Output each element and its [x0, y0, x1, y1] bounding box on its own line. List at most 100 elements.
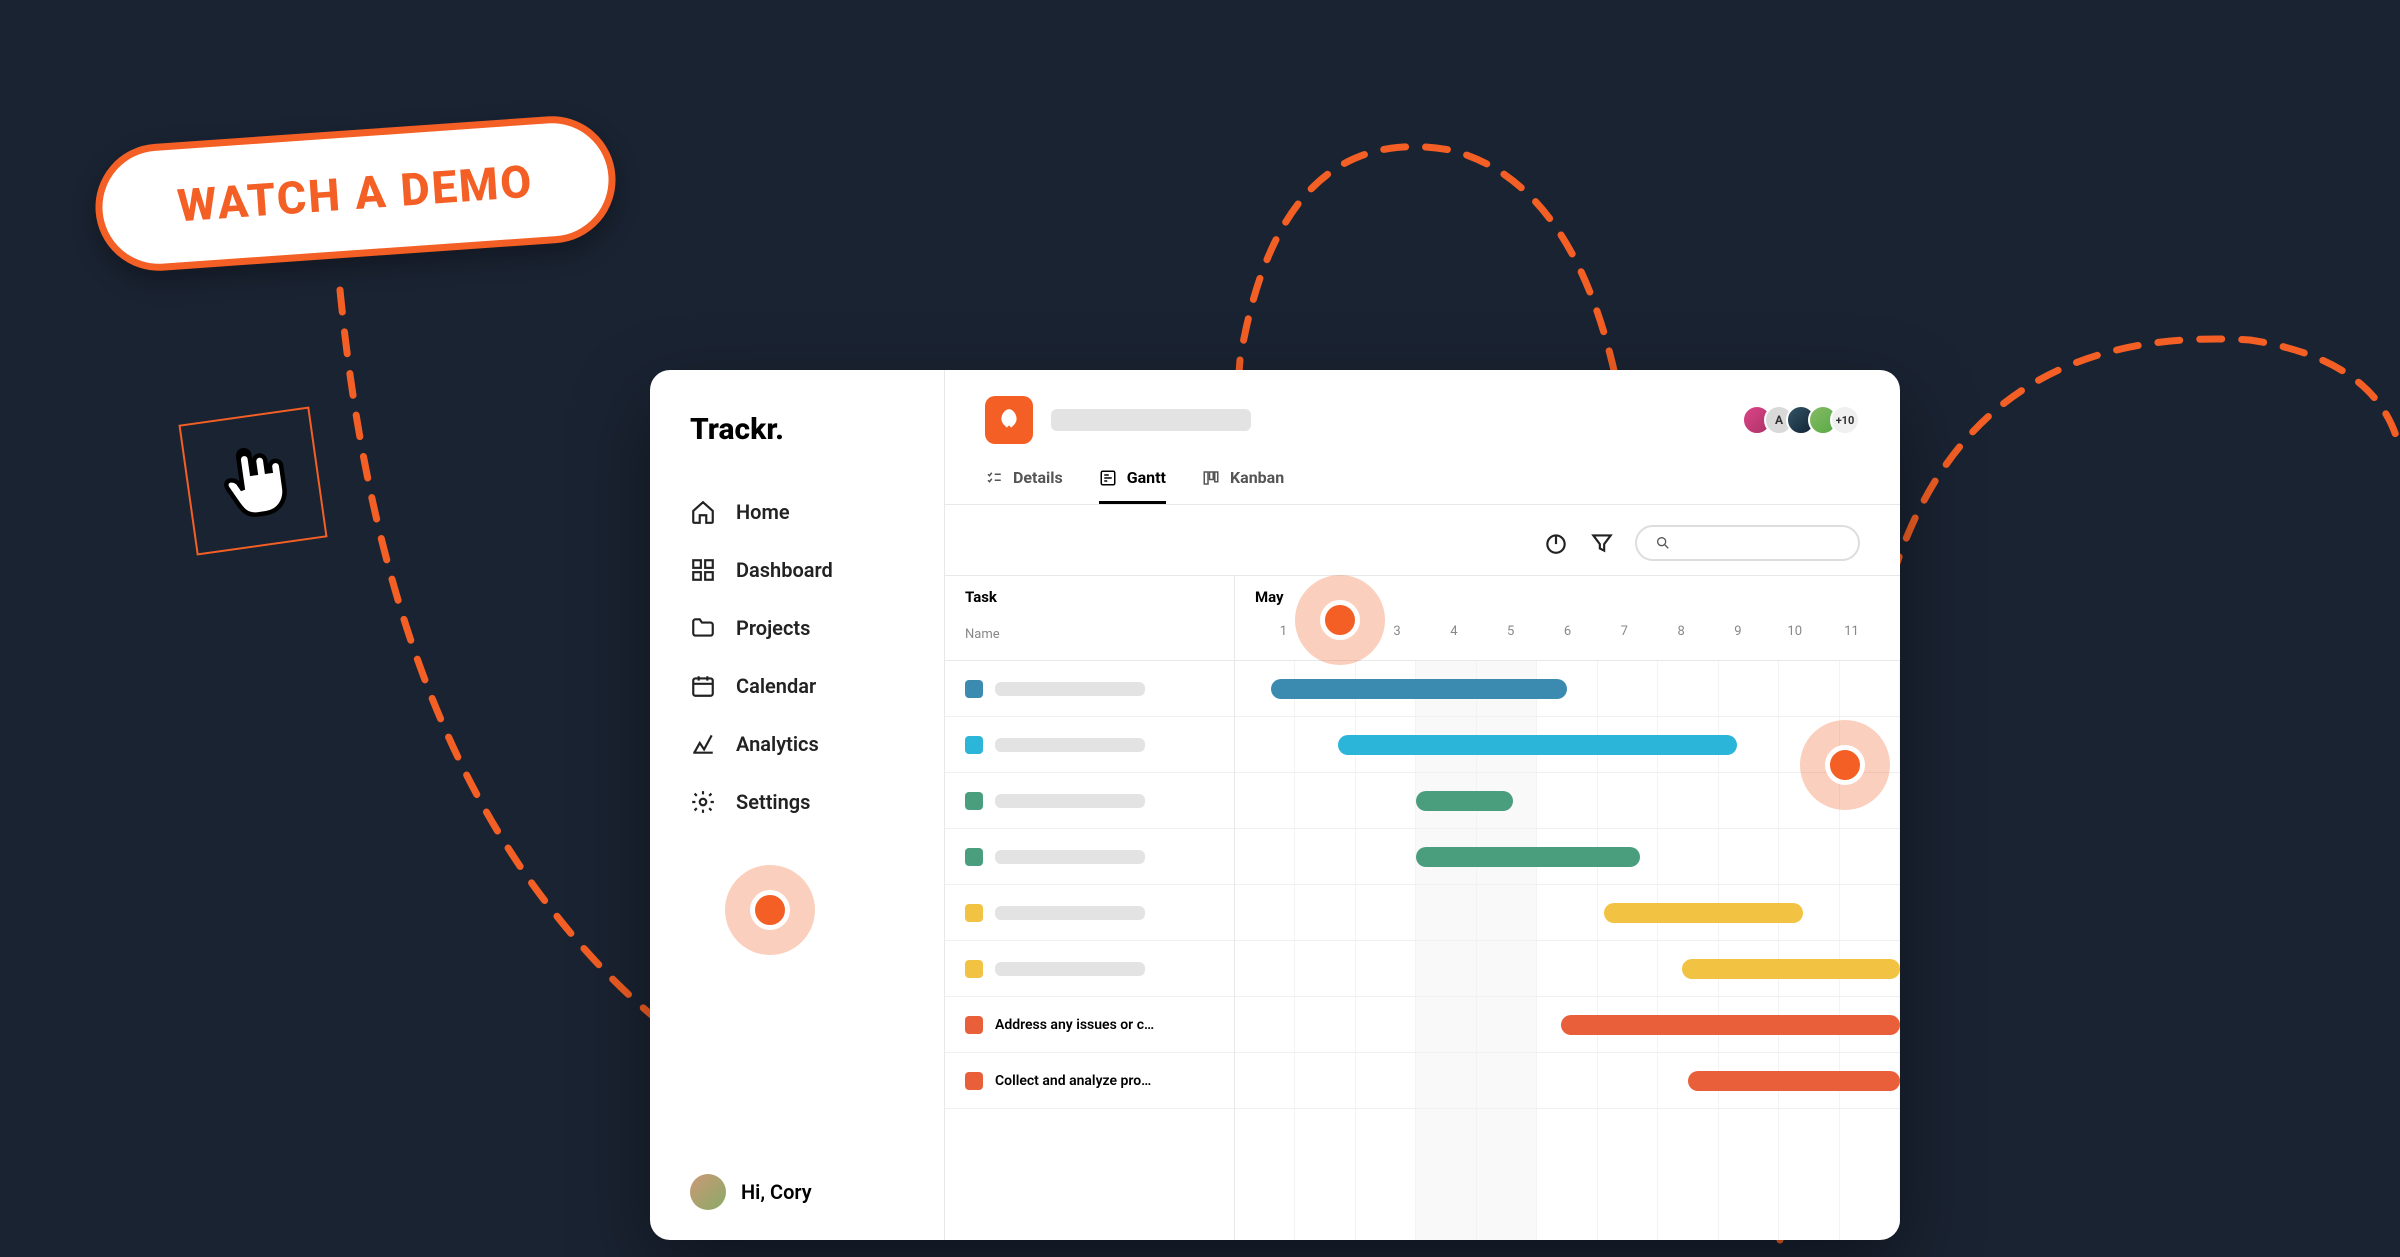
task-label-placeholder — [995, 906, 1145, 920]
task-color-dot — [965, 736, 983, 754]
grid-icon — [690, 557, 716, 583]
gantt-toolbar — [945, 505, 1900, 575]
tab-gantt[interactable]: Gantt — [1099, 468, 1166, 504]
sidebar: Trackr. Home Dashboard Projects Calendar… — [650, 370, 945, 1240]
gantt-bar[interactable] — [1604, 903, 1804, 923]
gantt-bar[interactable] — [1682, 959, 1900, 979]
project-header: A +10 — [945, 370, 1900, 450]
task-color-dot — [965, 792, 983, 810]
task-label: Collect and analyze pro… — [995, 1073, 1151, 1089]
kanban-icon — [1202, 469, 1220, 487]
task-label-placeholder — [995, 962, 1145, 976]
path-highlight-dot — [725, 865, 815, 955]
sidebar-item-label: Calendar — [736, 674, 816, 698]
task-column-header: Task Name — [945, 576, 1234, 661]
sidebar-item-label: Projects — [736, 616, 810, 640]
task-row[interactable] — [945, 717, 1234, 773]
sidebar-item-dashboard[interactable]: Dashboard — [650, 541, 944, 599]
user-profile[interactable]: Hi, Cory — [650, 1174, 944, 1210]
timeline-day: 11 — [1823, 624, 1880, 639]
timeline-row — [1235, 661, 1900, 717]
task-label-placeholder — [995, 850, 1145, 864]
timeline-day: 10 — [1766, 624, 1823, 639]
search-icon — [1655, 535, 1671, 551]
timeline-day: 8 — [1653, 624, 1710, 639]
task-color-dot — [965, 848, 983, 866]
task-label-placeholder — [995, 794, 1145, 808]
tab-kanban[interactable]: Kanban — [1202, 468, 1284, 504]
gantt-bar[interactable] — [1416, 791, 1513, 811]
search-input[interactable] — [1635, 525, 1860, 561]
sidebar-item-projects[interactable]: Projects — [650, 599, 944, 657]
task-row[interactable] — [945, 885, 1234, 941]
user-greeting: Hi, Cory — [741, 1180, 812, 1204]
gantt-icon — [1099, 469, 1117, 487]
task-row[interactable]: Address any issues or c… — [945, 997, 1234, 1053]
task-row[interactable] — [945, 773, 1234, 829]
timeline-row — [1235, 941, 1900, 997]
gantt-bar[interactable] — [1688, 1071, 1900, 1091]
chart-icon — [690, 731, 716, 757]
timeline-row — [1235, 997, 1900, 1053]
task-color-dot — [965, 680, 983, 698]
home-icon — [690, 499, 716, 525]
path-highlight-dot — [1800, 720, 1890, 810]
tab-label: Kanban — [1230, 468, 1284, 487]
member-avatars[interactable]: A +10 — [1750, 405, 1860, 435]
timeline-row — [1235, 829, 1900, 885]
gantt-bar[interactable] — [1271, 679, 1567, 699]
member-overflow-count: +10 — [1830, 405, 1860, 435]
timeline-row — [1235, 1053, 1900, 1109]
gantt-bar[interactable] — [1338, 735, 1737, 755]
user-avatar — [690, 1174, 726, 1210]
task-label-placeholder — [995, 682, 1145, 696]
watch-demo-button[interactable]: WATCH A DEMO — [91, 112, 619, 275]
timeline-day: 7 — [1596, 624, 1653, 639]
folder-icon — [690, 615, 716, 641]
path-highlight-dot — [1295, 575, 1385, 665]
watch-demo-label: WATCH A DEMO — [176, 155, 535, 233]
task-label: Address any issues or c… — [995, 1017, 1154, 1033]
gantt-bar[interactable] — [1561, 1015, 1900, 1035]
timeline-day: 4 — [1425, 624, 1482, 639]
filter-icon — [1589, 530, 1615, 556]
task-row[interactable] — [945, 661, 1234, 717]
timeline-day: 9 — [1710, 624, 1767, 639]
task-row[interactable]: Collect and analyze pro… — [945, 1053, 1234, 1109]
task-row[interactable] — [945, 829, 1234, 885]
task-color-dot — [965, 904, 983, 922]
tab-details[interactable]: Details — [985, 468, 1063, 504]
view-tabs: Details Gantt Kanban — [945, 450, 1900, 505]
project-icon — [985, 396, 1033, 444]
gantt-bar[interactable] — [1416, 847, 1640, 867]
sidebar-item-home[interactable]: Home — [650, 483, 944, 541]
task-column: Task Name Address any issues or c… Collec… — [945, 576, 1235, 1240]
checklist-icon — [985, 469, 1003, 487]
task-row[interactable] — [945, 941, 1234, 997]
timeline-row — [1235, 773, 1900, 829]
power-button[interactable] — [1543, 530, 1569, 556]
cursor-decoration — [178, 406, 327, 555]
sidebar-item-label: Analytics — [736, 732, 819, 756]
timeline-row — [1235, 885, 1900, 941]
main-content: A +10 Details Gantt Kanban — [945, 370, 1900, 1240]
sidebar-item-settings[interactable]: Settings — [650, 773, 944, 831]
calendar-icon — [690, 673, 716, 699]
task-color-dot — [965, 1016, 983, 1034]
task-color-dot — [965, 1072, 983, 1090]
task-color-dot — [965, 960, 983, 978]
project-title-placeholder — [1051, 409, 1251, 431]
timeline-day: 5 — [1482, 624, 1539, 639]
hand-cursor-icon — [202, 430, 304, 532]
timeline-day: 6 — [1539, 624, 1596, 639]
sidebar-item-calendar[interactable]: Calendar — [650, 657, 944, 715]
app-window: Trackr. Home Dashboard Projects Calendar… — [650, 370, 1900, 1240]
timeline: May 1234567891011 — [1235, 576, 1900, 1240]
tab-label: Gantt — [1127, 468, 1166, 487]
sidebar-item-label: Home — [736, 500, 790, 524]
sidebar-item-analytics[interactable]: Analytics — [650, 715, 944, 773]
power-icon — [1543, 530, 1569, 556]
filter-button[interactable] — [1589, 530, 1615, 556]
task-header-label: Task — [965, 588, 1214, 606]
task-subheader-label: Name — [965, 627, 1000, 642]
